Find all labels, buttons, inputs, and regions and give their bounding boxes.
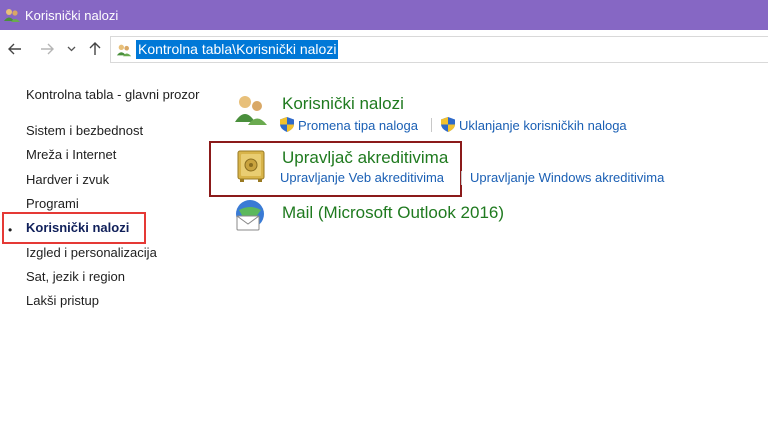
users-icon xyxy=(116,42,132,58)
title-bar: Korisnički nalozi xyxy=(0,0,768,30)
forward-button[interactable] xyxy=(36,38,58,60)
sidebar-item-user-accounts[interactable]: • Korisnički nalozi xyxy=(2,212,146,244)
users-icon[interactable] xyxy=(233,92,269,128)
sidebar-item-label[interactable]: Korisnički nalozi xyxy=(26,220,129,235)
sidebar: Kontrolna tabla - glavni prozor Sistem i… xyxy=(0,68,210,427)
uac-shield-icon xyxy=(441,117,455,132)
up-button[interactable] xyxy=(84,38,106,60)
address-text[interactable]: Kontrolna tabla\Korisnički nalozi xyxy=(136,40,339,59)
change-account-type-label[interactable]: Promena tipa naloga xyxy=(298,118,418,133)
chevron-down-icon xyxy=(67,46,75,52)
sidebar-item-hardware-sound[interactable]: Hardver i zvuk xyxy=(26,172,109,187)
link-separator xyxy=(431,118,432,132)
mail-icon[interactable] xyxy=(233,196,269,232)
navigation-bar: Kontrolna tabla\Korisnički nalozi xyxy=(0,30,768,68)
sidebar-home-link[interactable]: Kontrolna tabla - glavni prozor xyxy=(26,87,199,102)
users-icon xyxy=(3,6,21,24)
window-title: Korisnički nalozi xyxy=(25,7,119,23)
category-title-mail[interactable]: Mail (Microsoft Outlook 2016) xyxy=(282,203,504,223)
up-arrow-icon xyxy=(89,42,101,55)
sidebar-item-network-internet[interactable]: Mreža i Internet xyxy=(26,147,116,162)
category-title-credential-manager[interactable]: Upravljač akreditivima xyxy=(282,148,448,168)
sidebar-item-clock-region[interactable]: Sat, jezik i region xyxy=(26,269,125,284)
sidebar-item-system-security[interactable]: Sistem i bezbednost xyxy=(26,123,143,138)
remove-user-accounts-link[interactable]: Uklanjanje korisničkih naloga xyxy=(441,117,627,133)
change-account-type-link[interactable]: Promena tipa naloga xyxy=(280,117,418,133)
sidebar-item-ease-of-access[interactable]: Lakši pristup xyxy=(26,293,99,308)
sidebar-item-programs[interactable]: Programi xyxy=(26,196,79,211)
recent-locations-button[interactable] xyxy=(63,38,79,60)
back-arrow-icon xyxy=(8,43,21,55)
sidebar-item-appearance[interactable]: Izgled i personalizacija xyxy=(26,245,157,260)
forward-arrow-icon xyxy=(41,43,54,55)
credential-vault-icon[interactable] xyxy=(233,148,269,184)
category-title-user-accounts[interactable]: Korisnički nalozi xyxy=(282,94,404,114)
remove-user-accounts-label[interactable]: Uklanjanje korisničkih naloga xyxy=(459,118,627,133)
uac-shield-icon xyxy=(280,117,294,132)
active-bullet: • xyxy=(8,223,13,237)
back-button[interactable] xyxy=(4,38,26,60)
manage-web-credentials-link[interactable]: Upravljanje Veb akreditivima xyxy=(280,170,444,185)
address-bar[interactable]: Kontrolna tabla\Korisnički nalozi xyxy=(110,36,768,63)
link-separator xyxy=(461,171,462,185)
manage-windows-credentials-link[interactable]: Upravljanje Windows akreditivima xyxy=(470,170,664,185)
